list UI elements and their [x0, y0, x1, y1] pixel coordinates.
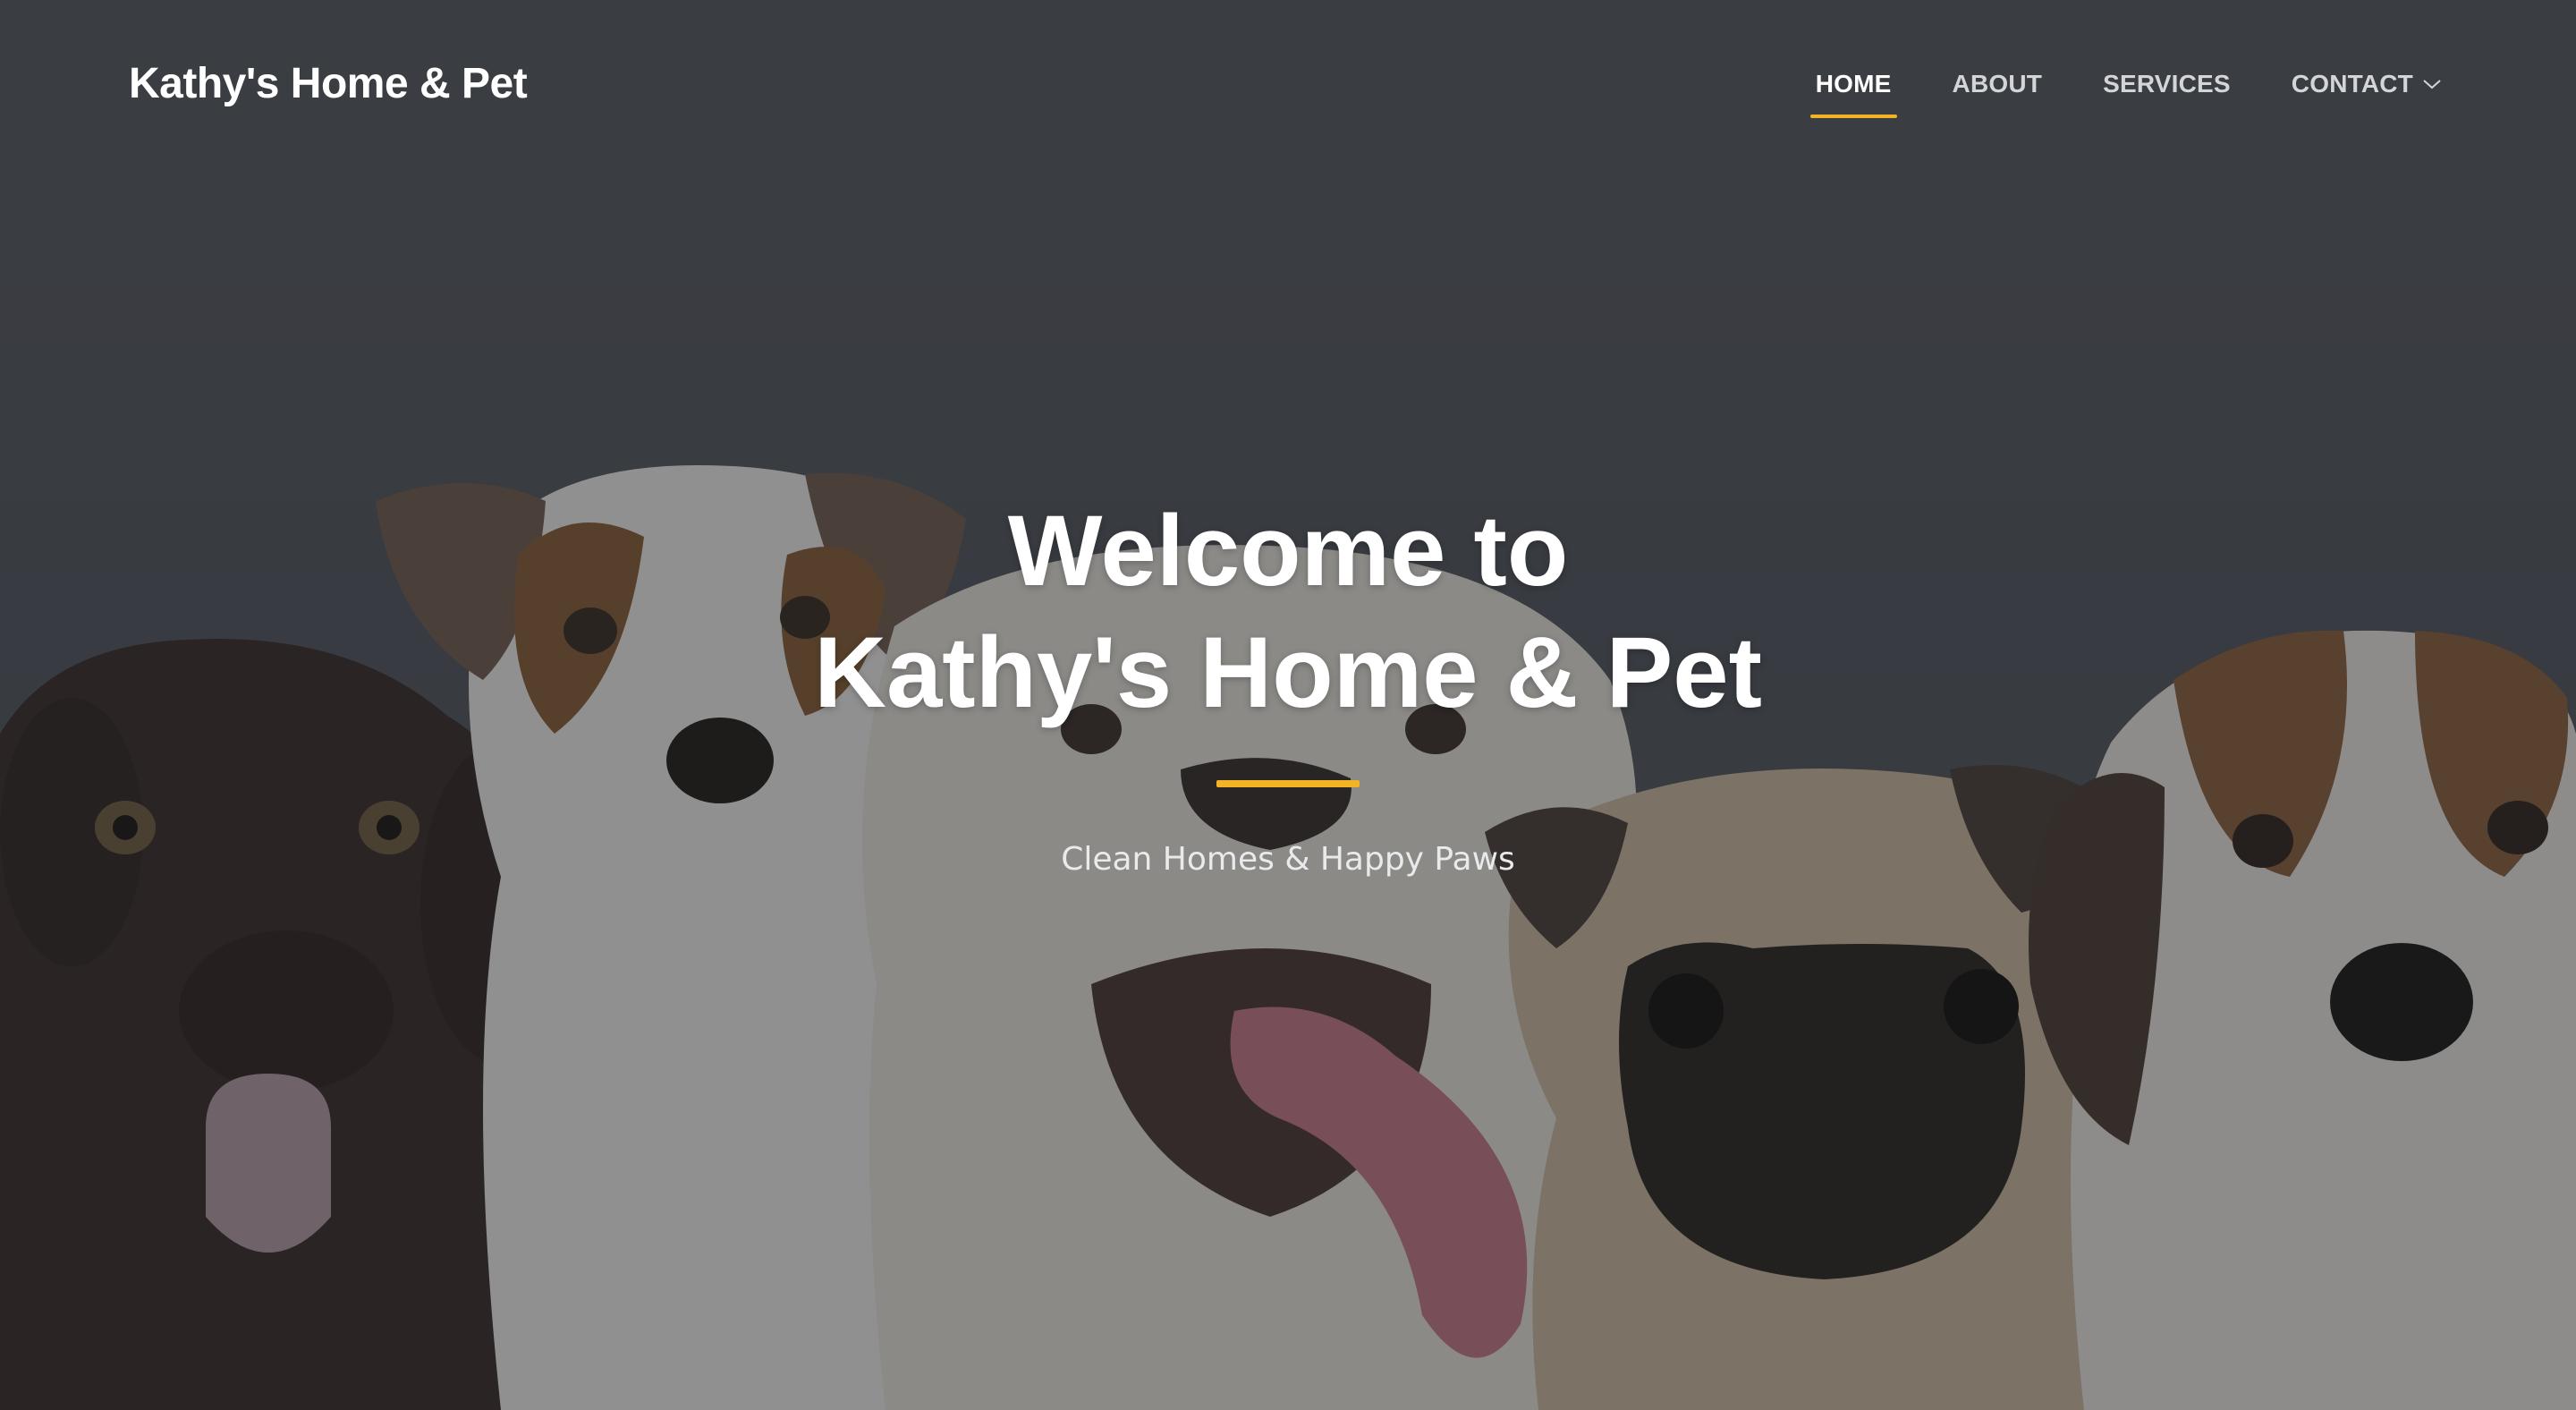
hero-section: Kathy's Home & Pet HOME ABOUT SERVICES C…	[0, 0, 2576, 1410]
hero-title: Welcome to Kathy's Home & Pet	[0, 490, 2576, 734]
hero-content: Welcome to Kathy's Home & Pet Clean Home…	[0, 490, 2576, 878]
nav-item-label: CONTACT	[2291, 70, 2413, 98]
chevron-down-icon	[2423, 80, 2441, 89]
nav-item-about[interactable]: ABOUT	[1953, 70, 2043, 98]
nav-item-services[interactable]: SERVICES	[2103, 70, 2231, 98]
hero-title-line-1: Welcome to	[1007, 495, 1569, 607]
hero-subtitle: Clean Homes & Happy Paws	[1061, 841, 1515, 878]
hero-title-line-2: Kathy's Home & Pet	[814, 616, 1762, 728]
site-header: Kathy's Home & Pet HOME ABOUT SERVICES C…	[0, 0, 2576, 179]
nav-item-home[interactable]: HOME	[1809, 70, 1897, 118]
nav-item-label: SERVICES	[2103, 70, 2231, 98]
nav-item-label: ABOUT	[1952, 70, 2043, 98]
hero-accent-divider	[1216, 780, 1360, 787]
main-nav: HOME ABOUT SERVICES CONTACT	[1755, 70, 2442, 118]
nav-item-contact[interactable]: CONTACT	[2292, 70, 2442, 98]
nav-item-label: HOME	[1815, 70, 1892, 98]
site-logo[interactable]: Kathy's Home & Pet	[129, 59, 528, 108]
